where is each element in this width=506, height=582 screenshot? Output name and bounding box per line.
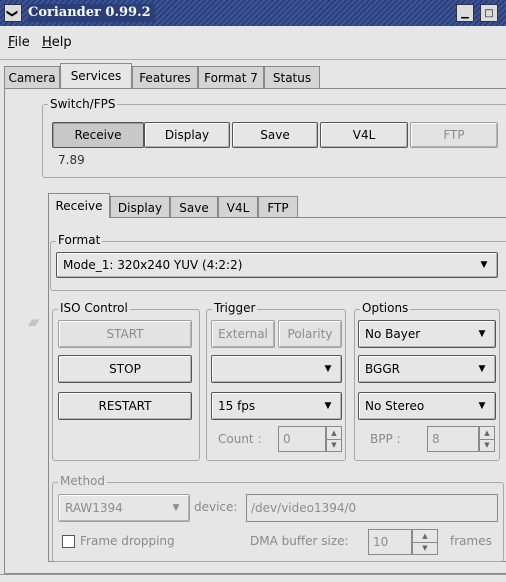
trigger-mode-select[interactable]: ▼ [211, 355, 342, 383]
maximize-icon[interactable]: □ [480, 4, 498, 22]
bayer-pattern-select[interactable]: BGGR ▼ [358, 355, 496, 383]
dma-input[interactable]: 10 [368, 529, 412, 555]
window-menu-icon[interactable]: ❯ [4, 4, 22, 22]
menu-help[interactable]: Help [42, 35, 72, 50]
bpp-label: BPP : [370, 432, 401, 446]
frame-dropping-label: Frame dropping [80, 534, 175, 548]
switch-ftp-button[interactable]: FTP [410, 122, 498, 148]
menu-bar: File Help [0, 26, 506, 60]
chevron-down-icon: ▼ [324, 401, 332, 411]
device-input[interactable]: /dev/video1394/0 [246, 494, 498, 522]
stereo-select[interactable]: No Stereo ▼ [358, 392, 496, 420]
subtab-ftp[interactable]: FTP [258, 196, 298, 218]
pane-grip[interactable]: ⁄⁄⁄⁄⁄ [30, 320, 38, 329]
bayer-select[interactable]: No Bayer ▼ [358, 320, 496, 348]
switch-receive-button[interactable]: Receive [52, 122, 144, 148]
tab-features[interactable]: Features [132, 66, 198, 88]
dma-spinner[interactable]: ▲ ▼ [412, 529, 438, 555]
iso-control-label: ISO Control [58, 301, 130, 315]
method-select[interactable]: RAW1394 ▼ [58, 494, 190, 522]
iso-stop-button[interactable]: STOP [58, 355, 192, 383]
tab-format7[interactable]: Format 7 [198, 66, 264, 88]
switch-display-button[interactable]: Display [144, 122, 230, 148]
count-label: Count : [218, 432, 262, 446]
switch-fps-label: Switch/FPS [48, 97, 118, 111]
chevron-down-icon: ▼ [324, 364, 332, 374]
spin-down-icon[interactable]: ▼ [413, 541, 437, 555]
chevron-down-icon: ▼ [478, 401, 486, 411]
count-spinner[interactable]: ▲ ▼ [326, 426, 342, 452]
frame-dropping-checkbox[interactable] [62, 535, 75, 548]
tab-camera[interactable]: Camera [4, 66, 60, 88]
switch-v4l-button[interactable]: V4L [320, 122, 408, 148]
subtab-display[interactable]: Display [110, 196, 170, 218]
coriander-window: ❯ Coriander 0.99.2 ▁ □ File Help Camera … [0, 0, 506, 582]
status-strip [0, 574, 506, 582]
format-label: Format [56, 233, 103, 247]
switch-save-button[interactable]: Save [232, 122, 318, 148]
spin-up-icon[interactable]: ▲ [480, 427, 494, 439]
chevron-down-icon: ▼ [478, 329, 486, 339]
trigger-label: Trigger [212, 301, 258, 315]
chevron-down-icon: ▼ [478, 364, 486, 374]
bpp-spinner[interactable]: ▲ ▼ [479, 426, 495, 452]
trigger-fps-select[interactable]: 15 fps ▼ [211, 392, 342, 420]
window-title: Coriander 0.99.2 [28, 4, 155, 22]
subtab-v4l[interactable]: V4L [218, 196, 258, 218]
spin-down-icon[interactable]: ▼ [480, 438, 494, 452]
fps-readout: 7.89 [58, 153, 85, 167]
trigger-external-button[interactable]: External [211, 320, 275, 348]
dma-unit-label: frames [450, 534, 492, 548]
iso-restart-button[interactable]: RESTART [58, 392, 192, 420]
device-label: device: [194, 500, 238, 514]
minimize-icon[interactable]: ▁ [456, 4, 474, 22]
chevron-down-icon: ▼ [172, 503, 180, 513]
chevron-down-icon: ▼ [480, 260, 488, 270]
count-input[interactable]: 0 [278, 426, 326, 452]
tab-status[interactable]: Status [264, 66, 320, 88]
spin-down-icon[interactable]: ▼ [327, 438, 341, 452]
spin-up-icon[interactable]: ▲ [327, 427, 341, 439]
subtab-receive[interactable]: Receive [48, 193, 110, 218]
title-bar: ❯ Coriander 0.99.2 ▁ □ [0, 0, 506, 26]
method-label: Method [58, 474, 108, 488]
menu-file[interactable]: File [8, 35, 30, 50]
format-select[interactable]: Mode_1: 320x240 YUV (4:2:2) ▼ [56, 252, 498, 278]
iso-start-button[interactable]: START [58, 320, 192, 348]
dma-label: DMA buffer size: [250, 534, 349, 548]
tab-services[interactable]: Services [60, 63, 132, 88]
bpp-input[interactable]: 8 [427, 426, 479, 452]
trigger-polarity-button[interactable]: Polarity [278, 320, 342, 348]
subtab-save[interactable]: Save [170, 196, 218, 218]
options-label: Options [360, 301, 411, 315]
spin-up-icon[interactable]: ▲ [413, 530, 437, 542]
